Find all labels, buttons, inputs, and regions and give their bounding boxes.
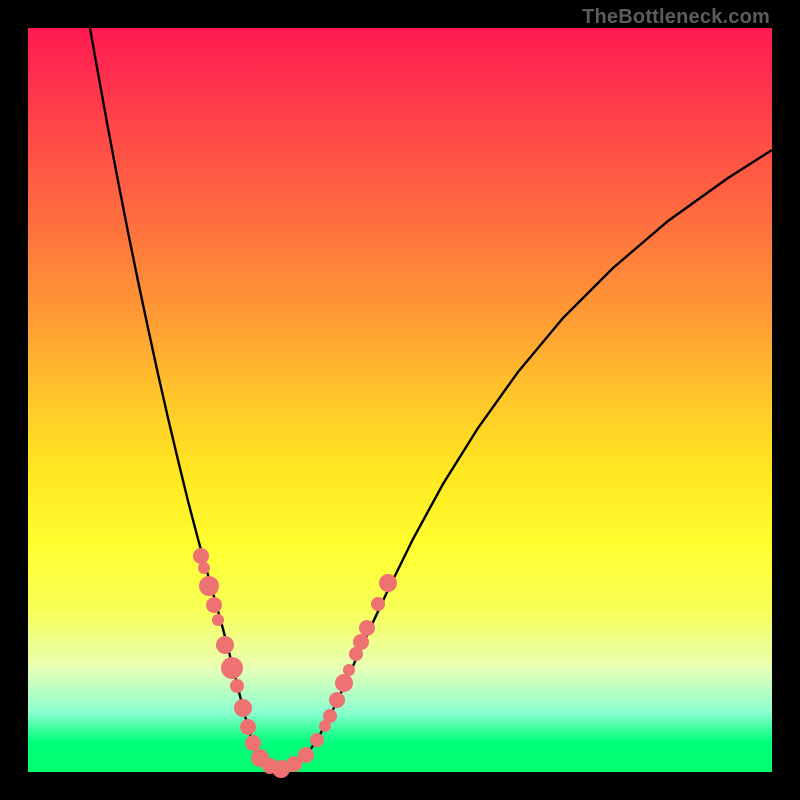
highlight-dot xyxy=(353,634,369,650)
highlight-dot xyxy=(212,614,224,626)
highlight-dot xyxy=(359,620,375,636)
highlight-dot xyxy=(310,733,324,747)
highlight-dot xyxy=(193,548,209,564)
chart-frame: TheBottleneck.com xyxy=(0,0,800,800)
highlight-dot xyxy=(198,562,210,574)
highlight-dot xyxy=(230,679,244,693)
highlight-dot xyxy=(379,574,397,592)
highlight-dot xyxy=(199,576,219,596)
highlight-dot xyxy=(298,747,314,763)
highlight-dot xyxy=(240,719,256,735)
highlight-dots-group xyxy=(193,548,397,778)
highlight-dot xyxy=(323,709,337,723)
curve-svg xyxy=(28,28,772,772)
highlight-dot xyxy=(221,657,243,679)
highlight-dot xyxy=(216,636,234,654)
highlight-dot xyxy=(371,597,385,611)
highlight-dot xyxy=(245,735,261,751)
highlight-dot xyxy=(234,699,252,717)
highlight-dot xyxy=(335,674,353,692)
highlight-dot xyxy=(329,692,345,708)
plot-area xyxy=(28,28,772,772)
highlight-dot xyxy=(343,664,355,676)
right-branch-path xyxy=(308,150,772,753)
watermark-text: TheBottleneck.com xyxy=(582,6,770,29)
highlight-dot xyxy=(206,597,222,613)
